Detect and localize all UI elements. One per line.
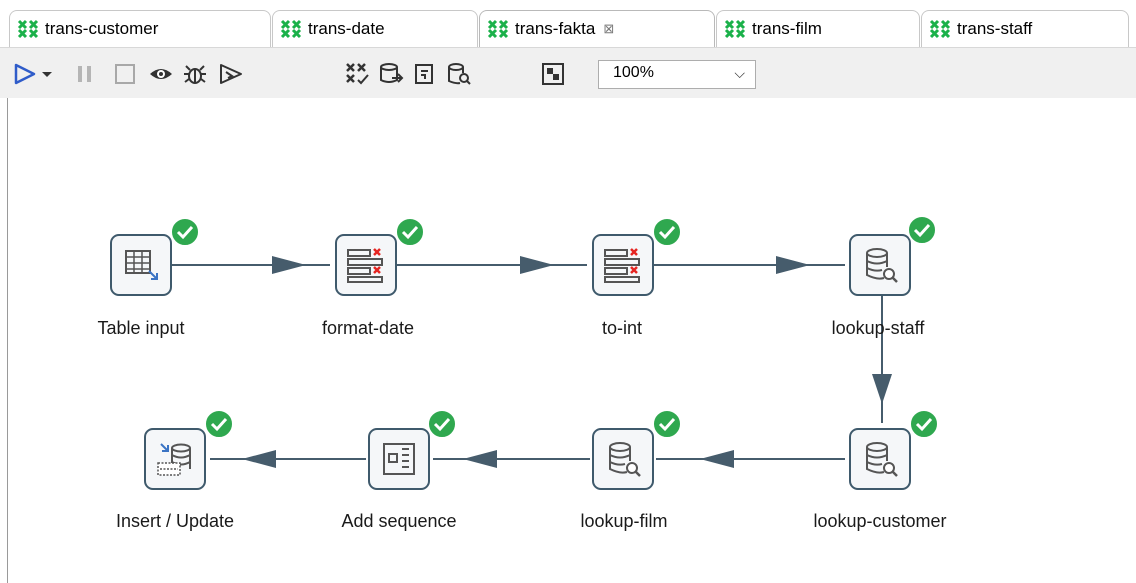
tab-label: trans-fakta xyxy=(515,19,596,38)
preview-icon[interactable] xyxy=(148,61,174,87)
step-table-input[interactable] xyxy=(110,234,172,296)
success-check-icon xyxy=(652,409,682,439)
tab-label: trans-staff xyxy=(957,19,1033,38)
tab-label: trans-date xyxy=(308,19,385,38)
success-check-icon xyxy=(395,217,425,247)
success-check-icon xyxy=(652,217,682,247)
tab-label: trans-customer xyxy=(45,19,159,38)
select-values-icon xyxy=(347,248,383,283)
replay-icon[interactable] xyxy=(218,61,244,87)
tab-bar: trans-customer trans-date trans-fakta ⊠ … xyxy=(0,0,1136,47)
zoom-value: 100% xyxy=(613,64,654,81)
success-check-icon xyxy=(427,409,457,439)
tab-trans-fakta[interactable]: trans-fakta ⊠ xyxy=(479,10,715,47)
success-check-icon xyxy=(907,215,937,245)
hop-arrow xyxy=(463,450,497,468)
run-dropdown-icon[interactable] xyxy=(40,61,54,87)
stop-icon[interactable] xyxy=(112,61,138,87)
verify-icon[interactable] xyxy=(344,61,370,87)
step-label: lookup-staff xyxy=(831,318,925,338)
run-icon[interactable] xyxy=(12,61,38,87)
hop-arrow xyxy=(520,256,554,274)
transformation-icon xyxy=(929,19,951,39)
step-add-sequence[interactable] xyxy=(368,428,430,490)
transformation-icon xyxy=(17,19,39,39)
step-insert-update[interactable] xyxy=(144,428,206,490)
step-lookup-film[interactable] xyxy=(592,428,654,490)
close-icon[interactable]: ⊠ xyxy=(603,21,614,37)
hop-arrow xyxy=(242,450,276,468)
explore-db-icon[interactable] xyxy=(446,61,472,87)
step-format-date[interactable] xyxy=(335,234,397,296)
hop-arrow xyxy=(872,374,892,404)
step-label: lookup-customer xyxy=(813,511,947,531)
table-input-icon xyxy=(125,250,158,280)
db-lookup-icon xyxy=(866,248,898,283)
insert-update-icon xyxy=(157,443,191,476)
step-lookup-staff[interactable] xyxy=(849,234,911,296)
zoom-select[interactable]: 100% ⌵ xyxy=(598,60,756,89)
pause-icon[interactable] xyxy=(72,61,98,87)
hop-arrow xyxy=(700,450,734,468)
success-check-icon xyxy=(204,409,234,439)
transformation-canvas[interactable]: Table input format-date to-int lookup-st… xyxy=(0,98,1136,583)
tab-trans-staff[interactable]: trans-staff xyxy=(921,10,1129,47)
hop-arrow xyxy=(272,256,306,274)
transformation-icon xyxy=(280,19,302,39)
step-to-int[interactable] xyxy=(592,234,654,296)
db-lookup-icon xyxy=(609,442,641,477)
step-label: format-date xyxy=(321,318,415,338)
tab-trans-date[interactable]: trans-date xyxy=(272,10,478,47)
toolbar: 100% ⌵ xyxy=(0,47,1136,100)
transformation-icon xyxy=(487,19,509,39)
step-lookup-customer[interactable] xyxy=(849,428,911,490)
chevron-down-icon: ⌵ xyxy=(734,65,745,81)
sql-icon[interactable] xyxy=(412,61,438,87)
step-label: Table input xyxy=(97,318,185,338)
add-sequence-icon xyxy=(383,443,415,475)
debug-icon[interactable] xyxy=(182,61,208,87)
impact-icon[interactable] xyxy=(378,61,404,87)
transformation-icon xyxy=(724,19,746,39)
success-check-icon xyxy=(909,409,939,439)
step-label: Insert / Update xyxy=(115,511,235,531)
select-values-icon xyxy=(604,248,640,283)
hop-arrow xyxy=(776,256,810,274)
tab-label: trans-film xyxy=(752,19,822,38)
tab-trans-customer[interactable]: trans-customer xyxy=(9,10,271,47)
tab-trans-film[interactable]: trans-film xyxy=(716,10,920,47)
success-check-icon xyxy=(170,217,200,247)
step-label: Add sequence xyxy=(341,511,457,531)
step-label: to-int xyxy=(601,318,643,338)
db-lookup-icon xyxy=(866,442,898,477)
grid-toggle-icon[interactable] xyxy=(540,61,566,87)
step-label: lookup-film xyxy=(580,511,668,531)
